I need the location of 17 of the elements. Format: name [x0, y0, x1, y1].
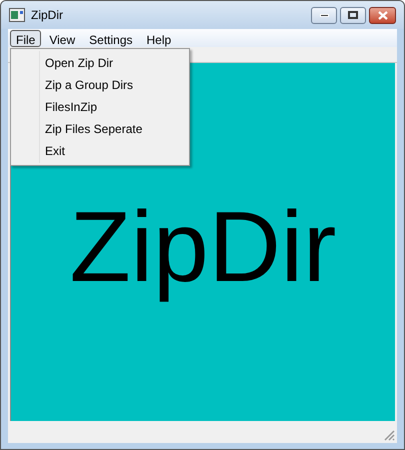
close-icon	[378, 10, 388, 20]
menu-item[interactable]: View	[43, 30, 82, 46]
banner-text: ZipDir	[70, 190, 336, 305]
menu-item[interactable]: Settings	[83, 30, 138, 46]
minimize-button[interactable]	[311, 6, 337, 24]
window-title: ZipDir	[31, 7, 63, 24]
menu-option[interactable]: Exit	[11, 140, 189, 162]
maximize-button[interactable]	[340, 6, 366, 24]
menu-option[interactable]: Open Zip Dir	[11, 52, 189, 74]
menu-option[interactable]: Zip a Group Dirs	[11, 74, 189, 96]
close-button[interactable]	[369, 6, 396, 24]
menu-item[interactable]: File	[10, 30, 42, 46]
menu-option[interactable]: FilesInZip	[11, 96, 189, 118]
app-icon	[9, 8, 25, 22]
resize-grip-icon	[383, 429, 395, 441]
menu-option[interactable]: Zip Files Seperate	[11, 118, 189, 140]
menu-item[interactable]: Help	[140, 30, 178, 46]
